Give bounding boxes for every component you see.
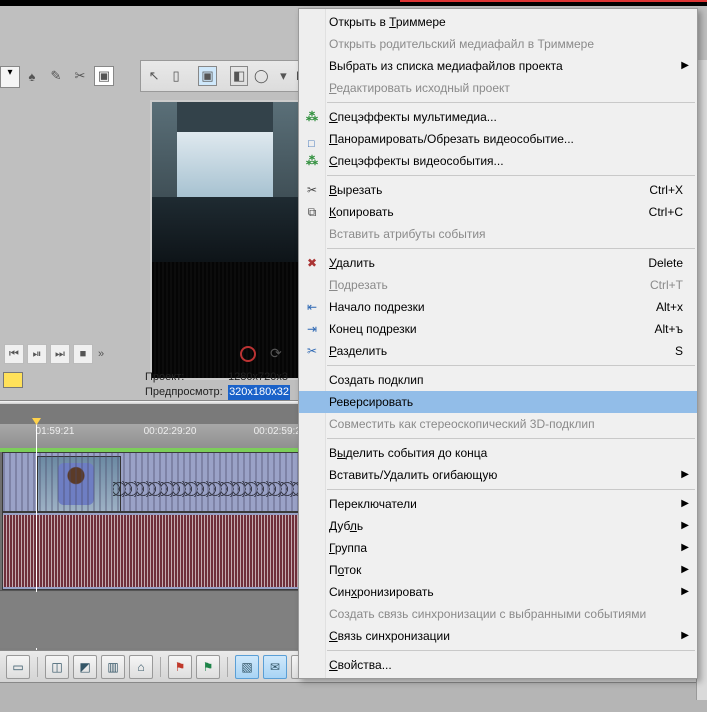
btm-tool-2[interactable]: ◫ [45, 655, 69, 679]
menu-delete[interactable]: ✖ Удалить Delete [299, 252, 697, 274]
previewsize-label: Предпросмотр: [145, 385, 225, 400]
menu-split[interactable]: ✂ Разделить S [299, 340, 697, 362]
preview-toolbar: ↖ ▯ ▣ ◧ ◯ ▾ П [140, 60, 306, 92]
menu-select-from-media-list[interactable]: Выбрать из списка медиафайлов проекта ▶ [299, 55, 697, 77]
fx-icon: ⁂ [303, 152, 321, 170]
menu-select-events-to-end[interactable]: Выделить события до конца [299, 442, 697, 464]
menu-cut[interactable]: ✂ Вырезать Ctrl+X [299, 179, 697, 201]
menu-split-shortcut: S [675, 340, 683, 362]
btm-snap-2[interactable]: ✉ [263, 655, 287, 679]
submenu-arrow-icon: ▶ [681, 581, 689, 603]
panel-icon-toolbar: ♠ ✎ ✂ ▣ [22, 66, 114, 86]
menu-edit-source-project: Редактировать исходный проект [299, 77, 697, 99]
transport-controls: ⏮ ⏯ ⏭ ■ » [0, 343, 104, 365]
menu-synchronize[interactable]: Синхронизировать ▶ [299, 581, 697, 603]
menu-trim-start-shortcut: Alt+х [656, 296, 683, 318]
video-preview[interactable] [150, 100, 300, 380]
transport-btn-4[interactable]: ■ [73, 344, 93, 364]
submenu-arrow-icon: ▶ [681, 559, 689, 581]
preview-quality-dropdown[interactable]: ▾ [274, 66, 292, 86]
menu-trim-start[interactable]: ⇤ Начало подрезки Alt+х [299, 296, 697, 318]
menu-trim-shortcut: Ctrl+T [650, 274, 683, 296]
project-label: Проект: [145, 370, 225, 385]
menu-combine-stereo-subclip: Совместить как стереоскопический 3D-подк… [299, 413, 697, 435]
menu-open-parent-in-trimmer: Открыть родительский медиафайл в Триммер… [299, 33, 697, 55]
btm-tool-3[interactable]: ◩ [73, 655, 97, 679]
menu-copy[interactable]: ⧉ Копировать Ctrl+C [299, 201, 697, 223]
menu-open-in-trimmer[interactable]: Открыть в Триммере [299, 11, 697, 33]
submenu-arrow-icon: ▶ [681, 515, 689, 537]
btm-tool-4[interactable]: ▥ [101, 655, 125, 679]
loop-button[interactable]: ⟳ [270, 345, 282, 362]
btm-tool-5[interactable]: ⌂ [129, 655, 153, 679]
transport-btn-3[interactable]: ⏭ [50, 344, 70, 364]
clip-thumbnail [37, 456, 121, 512]
menu-cut-shortcut: Ctrl+X [649, 179, 683, 201]
circle-button[interactable]: ◯ [252, 66, 270, 86]
menu-switches[interactable]: Переключатели ▶ [299, 493, 697, 515]
tool-icon-box[interactable]: ▣ [94, 66, 114, 86]
transport-btn-2[interactable]: ⏯ [27, 344, 47, 364]
submenu-arrow-icon: ▶ [681, 55, 689, 77]
record-button[interactable] [240, 346, 256, 362]
menu-reverse[interactable]: Реверсировать [299, 391, 697, 413]
btm-flag-red[interactable]: ⚑ [168, 655, 192, 679]
submenu-arrow-icon: ▶ [681, 493, 689, 515]
menu-sync-link[interactable]: Связь синхронизации ▶ [299, 625, 697, 647]
titlebar-accent [400, 0, 707, 2]
submenu-arrow-icon: ▶ [681, 625, 689, 647]
record-loop-row: ⟳ [240, 345, 282, 362]
menu-take[interactable]: Дубль ▶ [299, 515, 697, 537]
status-bar-stub [0, 682, 707, 712]
trim-start-icon: ⇤ [303, 298, 321, 316]
cursor-icon[interactable]: ↖ [145, 66, 163, 86]
project-value: 1280x720x3 [228, 370, 288, 385]
ruler-tick-2: 00:02:29:20 [144, 426, 197, 437]
split-icon: ✂ [303, 342, 321, 360]
transport-btn-1[interactable]: ⏮ [4, 344, 24, 364]
preview-mode-button[interactable]: ▣ [198, 66, 216, 86]
ruler-tick-1: 01:59:21 [36, 426, 75, 437]
menu-trim-end[interactable]: ⇥ Конец подрезки Alt+ъ [299, 318, 697, 340]
menu-properties[interactable]: Свойства... [299, 654, 697, 676]
menu-trim: Подрезать Ctrl+T [299, 274, 697, 296]
media-thumbnail[interactable] [3, 372, 23, 388]
menu-delete-shortcut: Delete [648, 252, 683, 274]
btm-flag-green[interactable]: ⚑ [196, 655, 220, 679]
menu-insert-remove-envelope[interactable]: Вставить/Удалить огибающую ▶ [299, 464, 697, 486]
menu-trim-end-shortcut: Alt+ъ [654, 318, 683, 340]
submenu-arrow-icon: ▶ [681, 464, 689, 486]
tool-icon-1[interactable]: ♠ [22, 66, 42, 86]
menu-create-subclip[interactable]: Создать подклип [299, 369, 697, 391]
menu-video-event-fx[interactable]: ⁂ Спецэффекты видеособытия... [299, 150, 697, 172]
tool-icon-cut[interactable]: ✂ [70, 66, 90, 86]
menu-paste-event-attributes: Вставить атрибуты события [299, 223, 697, 245]
event-context-menu: Открыть в Триммере Открыть родительский … [298, 8, 698, 679]
preview-panel: ↖ ▯ ▣ ◧ ◯ ▾ П [140, 60, 320, 400]
panel-dropdown[interactable]: ▾ [0, 66, 20, 88]
btm-snap-1[interactable]: ▧ [235, 655, 259, 679]
split-screen-button[interactable]: ◧ [230, 66, 248, 86]
tool-icon-eraser[interactable]: ✎ [46, 66, 66, 86]
cut-icon: ✂ [303, 181, 321, 199]
menu-create-sync-link: Создать связь синхронизации с выбранными… [299, 603, 697, 625]
previewsize-value[interactable]: 320x180x32 [228, 385, 290, 400]
transport-more[interactable]: » [96, 348, 104, 360]
menu-stream[interactable]: Поток ▶ [299, 559, 697, 581]
trim-end-icon: ⇥ [303, 320, 321, 338]
back-icon[interactable]: ▯ [167, 66, 185, 86]
menu-group[interactable]: Группа ▶ [299, 537, 697, 559]
btm-tool-1[interactable]: ▭ [6, 655, 30, 679]
menu-pan-crop[interactable]: Панорамировать/Обрезать видеособытие... [299, 128, 697, 150]
submenu-arrow-icon: ▶ [681, 537, 689, 559]
pan-crop-icon [303, 130, 321, 148]
project-info: Проект: 1280x720x3 Предпросмотр: 320x180… [145, 370, 290, 400]
copy-icon: ⧉ [303, 203, 321, 221]
menu-copy-shortcut: Ctrl+C [649, 201, 683, 223]
delete-icon: ✖ [303, 254, 321, 272]
fx-icon: ⁂ [303, 108, 321, 126]
menu-multimedia-fx[interactable]: ⁂ Спецэффекты мультимедиа... [299, 106, 697, 128]
